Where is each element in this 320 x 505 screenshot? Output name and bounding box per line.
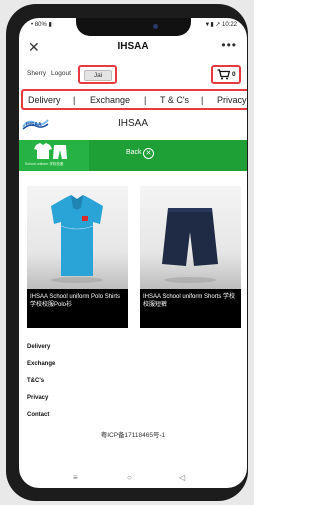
brand-row: IHSAA IHSAA	[19, 114, 247, 136]
status-right: ▼▮ ↗ 10:22	[204, 22, 237, 28]
menu-icon[interactable]: ≡	[73, 473, 78, 482]
brand-title: IHSAA	[117, 118, 148, 129]
back-button[interactable]: Back	[126, 149, 142, 156]
navy-shorts-image	[162, 208, 218, 283]
info-menu: Delivery | Exchange | T & C's | Privacy	[21, 89, 247, 110]
menu-divider: |	[144, 95, 147, 105]
footer-exchange-link[interactable]: Exchange	[27, 361, 55, 378]
menu-divider: |	[73, 95, 76, 105]
shirt-icon	[34, 143, 67, 159]
footer-terms-link[interactable]: T&C's	[27, 378, 55, 395]
system-nav-bar: ≡ ○ ◁	[19, 470, 247, 488]
menu-delivery[interactable]: Delivery	[28, 95, 61, 105]
device-background: • 80% ▮ ▼▮ ↗ 10:22 ✕ IHSAA ••• Sherry Lo…	[0, 0, 254, 505]
language-highlight: Jai	[78, 65, 117, 84]
product-grid: IHSAA School uniform Polo Shirts 学校校服Pol…	[19, 186, 247, 331]
menu-exchange[interactable]: Exchange	[90, 95, 130, 105]
logout-link[interactable]: Logout	[51, 70, 71, 77]
footer-links: Delivery Exchange T&C's Privacy Contact	[27, 344, 55, 429]
product-card[interactable]: IHSAA School uniform Polo Shirts 学校校服Pol…	[27, 186, 128, 331]
product-image	[27, 186, 128, 289]
user-bar: Sherry Logout Jai 0	[19, 64, 247, 84]
cart-button[interactable]: 0	[211, 65, 241, 84]
username: Sherry	[27, 70, 47, 77]
category-tile[interactable]: School uniform 学校校服	[19, 140, 89, 171]
footer-privacy-link[interactable]: Privacy	[27, 395, 55, 412]
polo-shirt-image	[51, 195, 103, 283]
product-image	[140, 186, 241, 289]
page-title: IHSAA	[117, 41, 149, 52]
category-banner: School uniform 学校校服 Back ✕	[19, 140, 247, 171]
product-name: IHSAA School uniform Polo Shirts 学校校服Pol…	[27, 289, 128, 328]
menu-privacy[interactable]: Privacy	[217, 95, 247, 105]
icp-license: 粤ICP备17118465号-1	[100, 432, 166, 439]
back-close-icon[interactable]: ✕	[143, 148, 154, 159]
back-icon[interactable]: ◁	[179, 473, 185, 482]
menu-terms[interactable]: T & C's	[160, 95, 189, 105]
phone-screen: • 80% ▮ ▼▮ ↗ 10:22 ✕ IHSAA ••• Sherry Lo…	[19, 18, 247, 488]
status-left: • 80% ▮	[31, 22, 52, 28]
phone-frame: • 80% ▮ ▼▮ ↗ 10:22 ✕ IHSAA ••• Sherry Lo…	[6, 4, 248, 501]
product-name: IHSAA School uniform Shorts 学校校服短裤	[140, 289, 241, 328]
mini-program-nav: ✕ IHSAA •••	[19, 38, 247, 58]
footer-delivery-link[interactable]: Delivery	[27, 344, 55, 361]
language-button[interactable]: Jai	[84, 70, 112, 81]
more-icon[interactable]: •••	[221, 38, 237, 52]
footer-contact-link[interactable]: Contact	[27, 412, 55, 429]
cart-icon	[217, 69, 230, 80]
cart-count: 0	[232, 71, 236, 78]
camera-icon	[153, 24, 158, 29]
phone-notch	[76, 18, 191, 36]
product-card[interactable]: IHSAA School uniform Shorts 学校校服短裤	[140, 186, 241, 331]
category-label: School uniform 学校校服	[25, 162, 64, 166]
home-icon[interactable]: ○	[127, 473, 132, 482]
menu-divider: |	[201, 95, 204, 105]
